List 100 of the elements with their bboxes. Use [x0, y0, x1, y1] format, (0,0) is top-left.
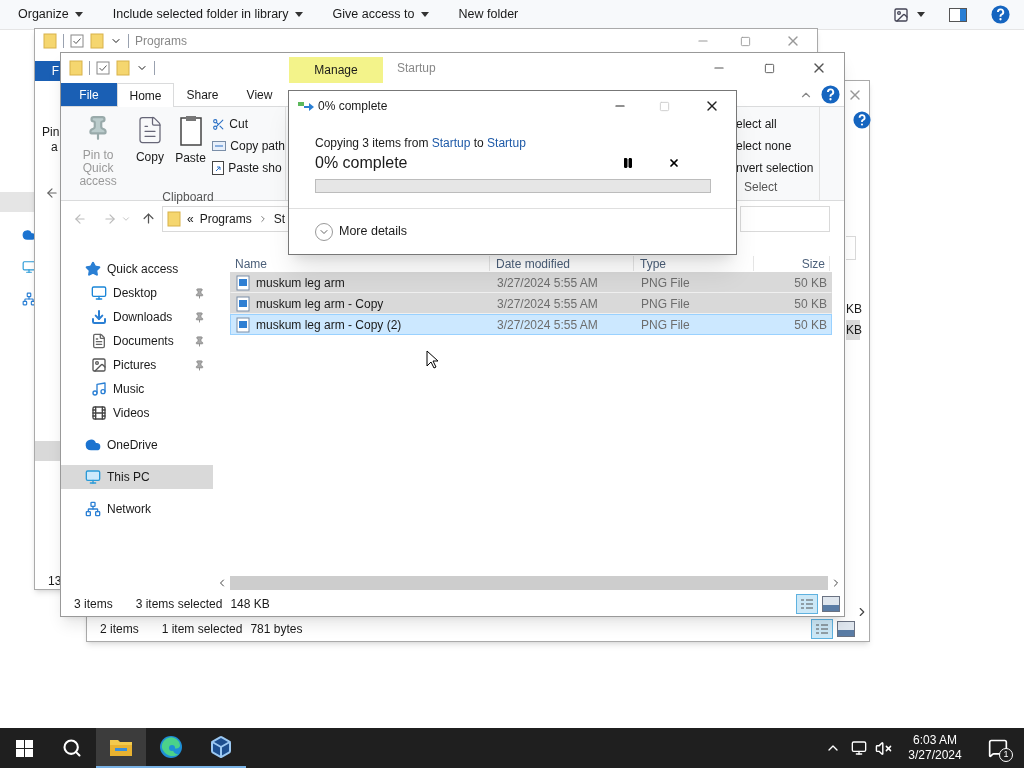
- paste-button[interactable]: Paste: [170, 115, 211, 188]
- caret-icon: [74, 12, 83, 17]
- window-title: Programs: [135, 33, 187, 50]
- folder-icon: [167, 210, 181, 227]
- network-icon: [85, 501, 101, 517]
- ribbon-command[interactable]: elect none: [736, 137, 819, 155]
- copy-button[interactable]: Copy: [129, 115, 171, 188]
- clock-date[interactable]: 3/27/2024: [908, 748, 962, 763]
- dialog-title: 0% complete: [318, 98, 388, 115]
- window-title: Startup: [397, 60, 436, 77]
- search-field[interactable]: [846, 236, 856, 260]
- ribbon-tab[interactable]: Home: [117, 83, 174, 107]
- pause-icon[interactable]: [622, 157, 634, 169]
- maximize-icon[interactable]: [764, 62, 775, 74]
- table-cell-text: 3/27/2024 5:55 AM: [496, 274, 599, 292]
- nav-item[interactable]: Documents: [61, 329, 213, 353]
- folder-icon: [43, 33, 57, 49]
- start-icon[interactable]: [15, 739, 33, 757]
- ribbon-label: a: [51, 139, 58, 156]
- back-icon[interactable]: [45, 186, 59, 200]
- ribbon-tab[interactable]: Share: [174, 83, 231, 106]
- status-text: 148 KB: [230, 596, 270, 613]
- table-cell-text: 50 KB: [793, 316, 828, 334]
- table-cell: KB: [846, 320, 860, 340]
- ribbon-command[interactable]: nvert selection: [736, 159, 819, 177]
- scissors-icon: [212, 117, 226, 131]
- toolbar-menu[interactable]: Include selected folder in library: [112, 5, 303, 24]
- nav-item[interactable]: Network: [61, 497, 213, 521]
- column-header[interactable]: Name: [230, 256, 490, 271]
- nav-item[interactable]: Desktop: [61, 281, 213, 305]
- ribbon-label: Pin: [42, 124, 60, 141]
- notifications-icon[interactable]: [988, 738, 1008, 758]
- help-icon[interactable]: [991, 5, 1010, 24]
- overflow-chevron[interactable]: «: [187, 209, 194, 228]
- folder-link[interactable]: Startup: [431, 136, 471, 150]
- caret-icon[interactable]: [917, 12, 925, 17]
- column-header[interactable]: Type: [634, 256, 754, 271]
- cloud-icon: [85, 437, 101, 453]
- up-icon[interactable]: [141, 211, 156, 226]
- column-header[interactable]: Date modified: [490, 256, 634, 271]
- file-name: muskum leg arm - Copy: [256, 295, 384, 313]
- cube-icon: [209, 735, 233, 759]
- help-icon[interactable]: [853, 111, 871, 129]
- clock-time[interactable]: 6:03 AM: [913, 733, 957, 748]
- file-tab[interactable]: F: [35, 61, 61, 81]
- table-cell-text: 50 KB: [793, 295, 828, 313]
- star-icon: [85, 261, 101, 277]
- document-icon: [91, 333, 107, 349]
- status-text: 2 items: [100, 620, 139, 638]
- ribbon-tab[interactable]: View: [231, 83, 288, 106]
- properties-icon[interactable]: [96, 61, 110, 75]
- thumbnails-view-button[interactable]: [822, 596, 840, 612]
- details-view-button[interactable]: [811, 618, 833, 639]
- ribbon-command[interactable]: elect all: [736, 115, 819, 133]
- file-row[interactable]: muskum leg arm - Copy 3/27/2024 5:55 AM PNG File 50 KB: [230, 293, 832, 314]
- context-tab[interactable]: Manage: [289, 57, 383, 83]
- ribbon-command[interactable]: Paste sho: [212, 159, 285, 177]
- file-tab[interactable]: File: [61, 83, 117, 106]
- search-field[interactable]: [740, 205, 830, 232]
- nav-item[interactable]: Downloads: [61, 305, 213, 329]
- status-text: 781 bytes: [250, 620, 303, 638]
- preview-pane-icon[interactable]: [949, 7, 967, 22]
- image-file-icon: [236, 316, 250, 333]
- file-row[interactable]: muskum leg arm - Copy (2) 3/27/2024 5:55 AM PNG File 50 KB: [230, 314, 832, 335]
- copy-status-text: Copying 3 items from Startup to Startup: [315, 135, 527, 152]
- nav-item[interactable]: Videos: [61, 401, 213, 425]
- nav-item[interactable]: Music: [61, 377, 213, 401]
- toolbar-menu[interactable]: New folder: [458, 5, 519, 24]
- table-cell-text: 3/27/2024 5:55 AM: [496, 295, 599, 313]
- nav-item[interactable]: OneDrive: [61, 433, 213, 457]
- toolbar-menu[interactable]: Give access to: [332, 5, 429, 24]
- help-icon[interactable]: [821, 85, 840, 104]
- folder-link[interactable]: Startup: [487, 136, 526, 150]
- nav-item[interactable]: This PC: [61, 465, 213, 489]
- computer-icon: [22, 260, 36, 274]
- nav-item[interactable]: Pictures: [61, 353, 213, 377]
- desktop-icon: [91, 285, 107, 301]
- breadcrumb[interactable]: St: [273, 209, 286, 228]
- nav-item[interactable]: Quick access: [61, 257, 213, 281]
- file-row[interactable]: muskum leg arm 3/27/2024 5:55 AM PNG File 50 KB: [230, 272, 832, 293]
- details-list-icon: [815, 622, 829, 635]
- ribbon-command[interactable]: Copy path: [212, 137, 285, 155]
- ribbon-command[interactable]: Cut: [212, 115, 285, 133]
- thumbnails-view-button[interactable]: [837, 620, 855, 637]
- cancel-icon[interactable]: [668, 157, 680, 169]
- caret-icon: [294, 12, 303, 17]
- properties-icon[interactable]: [70, 34, 84, 48]
- toolbar-menu[interactable]: Organize: [18, 5, 83, 24]
- search-icon[interactable]: [62, 738, 82, 758]
- folder-icon: [109, 737, 133, 757]
- file-name: muskum leg arm - Copy (2): [256, 316, 402, 334]
- view-icon[interactable]: [893, 6, 909, 23]
- taskbar-app[interactable]: [96, 728, 146, 768]
- breadcrumb[interactable]: Programs: [199, 209, 252, 228]
- network-status-icon[interactable]: [851, 740, 867, 756]
- folder-icon: [69, 60, 83, 76]
- column-header[interactable]: Size: [754, 256, 830, 271]
- volume-icon[interactable]: [875, 739, 892, 757]
- more-details-button[interactable]: More details: [315, 222, 408, 241]
- image-file-icon: [236, 295, 250, 312]
